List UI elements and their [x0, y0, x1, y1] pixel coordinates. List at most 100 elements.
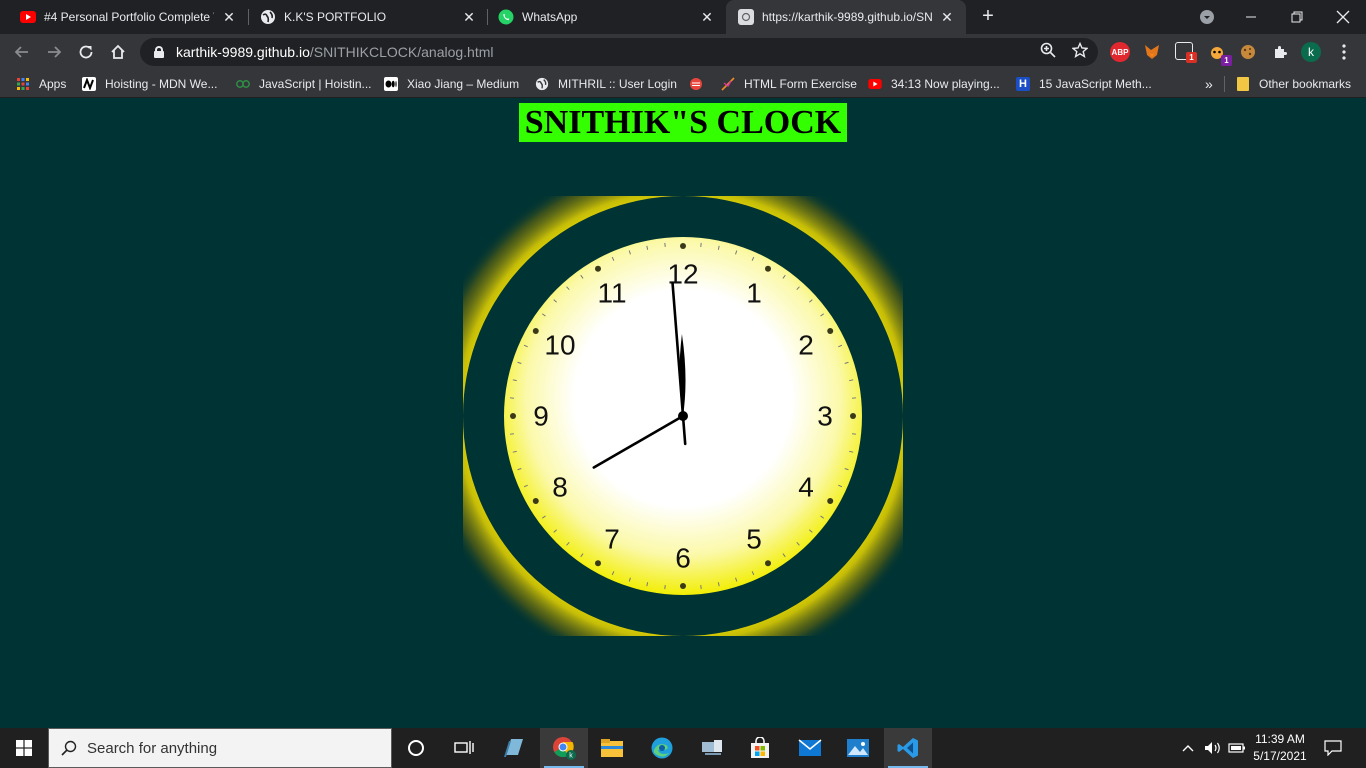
restore-button[interactable] — [1274, 0, 1320, 34]
close-tab-icon[interactable]: ✕ — [460, 9, 478, 26]
tray-overflow-chevron[interactable] — [1178, 728, 1198, 768]
bookmark-red-circle[interactable] — [689, 75, 712, 93]
bookmark-html-form[interactable]: HTML Form Exercise — [721, 75, 857, 93]
extensions-puzzle-icon[interactable] — [1270, 42, 1290, 62]
clock-numeral: 2 — [798, 330, 814, 361]
clock-numeral: 11 — [597, 278, 626, 309]
notification-extension-icon[interactable]: 1 — [1175, 42, 1197, 63]
taskbar-date: 5/17/2021 — [1253, 749, 1307, 763]
clock-numeral: 10 — [544, 330, 575, 361]
address-bar[interactable]: karthik-9989.github.io/SNITHIKCLOCK/anal… — [140, 38, 1098, 66]
hour-dot — [510, 413, 516, 419]
folder-icon — [1236, 77, 1250, 91]
bookmarks-overflow-button[interactable]: » — [1205, 75, 1213, 93]
close-tab-icon[interactable]: ✕ — [220, 9, 238, 26]
hour-dot — [850, 413, 856, 419]
bookmark-label: Hoisting - MDN We... — [105, 77, 218, 91]
chrome-icon: k — [553, 737, 576, 760]
home-button[interactable] — [104, 38, 132, 66]
clock-numeral: 8 — [552, 472, 568, 503]
chevron-down-icon — [1200, 10, 1214, 24]
notebook-icon — [504, 739, 523, 757]
metamask-icon[interactable] — [1142, 42, 1162, 62]
bookmark-mdn-hoisting[interactable]: Hoisting - MDN We... — [82, 75, 217, 93]
clock-numeral: 5 — [746, 524, 762, 555]
hour-dot — [595, 560, 601, 567]
start-button[interactable] — [0, 728, 48, 768]
restore-icon — [1291, 11, 1303, 23]
bookmark-label: HTML Form Exercise — [744, 77, 857, 91]
tab-title: #4 Personal Portfolio Complete W — [44, 10, 214, 24]
taskbar-app-photos[interactable] — [834, 728, 882, 768]
bookmark-gfg-hoisting[interactable]: JavaScript | Hoistin... — [236, 75, 372, 93]
clock-numeral: 9 — [533, 401, 549, 432]
analog-clock: 12 1 2 3 4 5 6 7 8 9 10 11 — [463, 196, 903, 636]
taskbar-clock[interactable]: 11:39 AM 5/17/2021 — [1242, 731, 1318, 765]
clock-numeral: 7 — [604, 524, 620, 555]
zoom-icon[interactable] — [1038, 42, 1058, 61]
browser-toolbar: karthik-9989.github.io/SNITHIKCLOCK/anal… — [0, 34, 1366, 70]
page-icon — [738, 9, 754, 25]
honey-extension-icon[interactable]: 1 — [1207, 42, 1232, 66]
taskbar-app-device[interactable] — [688, 728, 736, 768]
action-center-button[interactable] — [1320, 728, 1346, 768]
form-icon — [721, 77, 735, 91]
bookmark-label: JavaScript | Hoistin... — [259, 77, 372, 91]
task-view-button[interactable] — [440, 728, 488, 768]
bookmark-star-icon[interactable] — [1070, 41, 1090, 61]
taskbar-app-file-explorer[interactable] — [588, 728, 636, 768]
chrome-menu-icon[interactable] — [1334, 42, 1354, 62]
taskbar-app-store[interactable] — [736, 728, 784, 768]
file-explorer-icon — [601, 739, 623, 757]
globe-icon — [260, 9, 276, 25]
search-icon — [61, 740, 77, 756]
other-bookmarks[interactable]: Other bookmarks — [1236, 75, 1351, 93]
tab-snithik-clock[interactable]: https://karthik-9989.github.io/SN ✕ — [726, 0, 966, 34]
minimize-button[interactable] — [1228, 0, 1274, 34]
clock-numeral: 1 — [746, 278, 762, 309]
bookmark-youtube-playing[interactable]: 34:13 Now playing... — [868, 75, 1000, 93]
hour-dot — [532, 498, 539, 504]
lock-icon — [154, 46, 164, 58]
tab-kk-portfolio[interactable]: K.K'S PORTFOLIO ✕ — [240, 0, 488, 34]
reload-button[interactable] — [72, 38, 100, 66]
tab-strip: #4 Personal Portfolio Complete W ✕ K.K'S… — [0, 0, 1366, 34]
profile-avatar[interactable]: k — [1301, 42, 1321, 62]
taskbar-app-vscode[interactable] — [884, 728, 932, 768]
hour-dot — [532, 328, 539, 334]
notification-icon — [1324, 740, 1342, 756]
hour-dot — [827, 498, 834, 504]
cookie-icon[interactable] — [1238, 42, 1258, 62]
close-tab-icon[interactable]: ✕ — [938, 9, 956, 26]
bookmark-apps[interactable]: Apps — [16, 75, 66, 93]
taskbar-app-mail[interactable] — [786, 728, 834, 768]
forward-button[interactable] — [40, 38, 68, 66]
hour-dot — [680, 243, 686, 249]
close-tab-icon[interactable]: ✕ — [698, 9, 716, 26]
bookmark-medium[interactable]: Xiao Jiang – Medium — [384, 75, 519, 93]
clock-numeral: 4 — [798, 472, 814, 503]
cortana-button[interactable] — [392, 728, 440, 768]
extension-badge: 1 — [1186, 52, 1197, 63]
device-icon — [702, 740, 722, 755]
taskbar-app-edge[interactable] — [638, 728, 686, 768]
close-window-button[interactable] — [1320, 0, 1366, 34]
taskbar-search-box[interactable]: Search for anything — [48, 728, 392, 768]
taskbar-time: 11:39 AM — [1255, 732, 1305, 746]
close-icon — [1336, 10, 1350, 24]
extension-badge: 1 — [1221, 55, 1232, 66]
red-circle-icon — [689, 77, 703, 91]
bookmark-js-methods[interactable]: H 15 JavaScript Meth... — [1016, 75, 1152, 93]
taskbar-app-chrome[interactable]: k — [540, 728, 588, 768]
apps-grid-icon — [16, 77, 30, 91]
hour-dot — [680, 583, 686, 589]
new-tab-button[interactable]: + — [976, 4, 1000, 28]
taskbar-app-notebook[interactable] — [490, 728, 538, 768]
adblock-icon[interactable]: ABP — [1110, 42, 1130, 62]
tab-youtube-portfolio[interactable]: #4 Personal Portfolio Complete W ✕ — [0, 0, 248, 34]
tab-whatsapp[interactable]: WhatsApp ✕ — [478, 0, 726, 34]
tab-search-button[interactable] — [1184, 0, 1230, 34]
bookmark-mithril[interactable]: MITHRIL :: User Login — [535, 75, 677, 93]
volume-button[interactable] — [1202, 728, 1224, 768]
back-button[interactable] — [8, 38, 36, 66]
